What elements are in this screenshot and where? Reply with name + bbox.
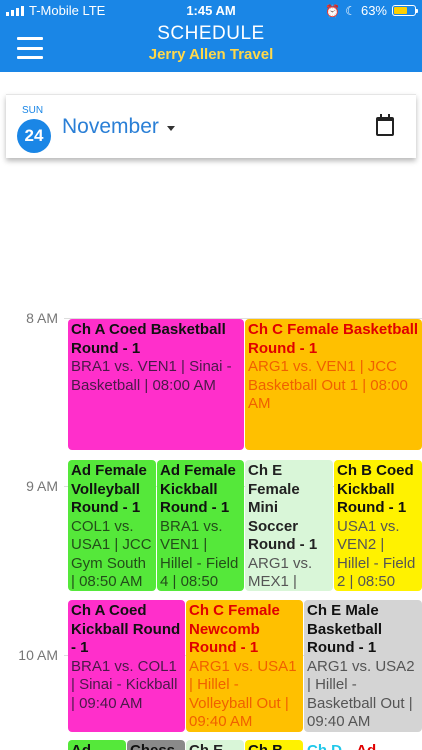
event-card[interactable]: Ad <box>68 740 126 750</box>
hour-label: 10 AM <box>18 647 58 663</box>
day-number-badge[interactable]: 24 <box>17 119 51 153</box>
page-title: SCHEDULE <box>157 23 265 44</box>
month-selector[interactable]: November <box>62 115 175 139</box>
event-card[interactable]: Chess <box>127 740 185 750</box>
event-card[interactable]: Ch E <box>186 740 244 750</box>
moon-icon: ☾ <box>345 3 356 18</box>
event-card[interactable]: Ch B Coed Kickball Round - 1 USA1 vs. VE… <box>334 460 422 591</box>
event-card[interactable]: Ch D Ad <box>304 740 422 750</box>
alarm-icon: ⏰ <box>325 3 341 18</box>
event-card[interactable]: Ch E Male Basketball Round - 1 ARG1 vs. … <box>304 600 422 732</box>
page-subtitle: Jerry Allen Travel <box>148 46 274 63</box>
date-bar: SUN 24 November <box>6 94 416 158</box>
status-bar: T-Mobile LTE 1:45 AM ⏰ ☾ 63% <box>0 0 422 22</box>
event-card[interactable]: Ch A Coed Basketball Round - 1 BRA1 vs. … <box>68 319 244 450</box>
hour-label: 9 AM <box>26 478 58 494</box>
month-label: November <box>62 115 159 138</box>
caret-down-icon <box>166 125 175 131</box>
battery-fill <box>394 7 407 14</box>
battery-percent: 63% <box>360 3 387 18</box>
event-card[interactable]: Ch C Female Newcomb Round - 1 ARG1 vs. U… <box>186 600 303 732</box>
event-card[interactable]: Ch A Coed Kickball Round - 1 BRA1 vs. CO… <box>68 600 185 732</box>
calendar-icon[interactable] <box>376 114 394 136</box>
day-of-week: SUN <box>22 105 44 116</box>
event-card[interactable]: Ch E Female Mini Soccer Round - 1 ARG1 v… <box>245 460 333 591</box>
event-card[interactable]: Ch B <box>245 740 303 750</box>
hour-label: 8 AM <box>26 310 58 326</box>
battery-icon <box>392 5 418 16</box>
event-card[interactable]: Ad Female Kickball Round - 1 BRA1 vs. VE… <box>157 460 244 591</box>
event-card[interactable]: Ad Female Volleyball Round - 1 COL1 vs. … <box>68 460 156 591</box>
app-header: T-Mobile LTE 1:45 AM ⏰ ☾ 63% SCHEDULE Je… <box>0 0 422 72</box>
event-card[interactable]: Ch C Female Basketball Round - 1 ARG1 vs… <box>245 319 422 450</box>
